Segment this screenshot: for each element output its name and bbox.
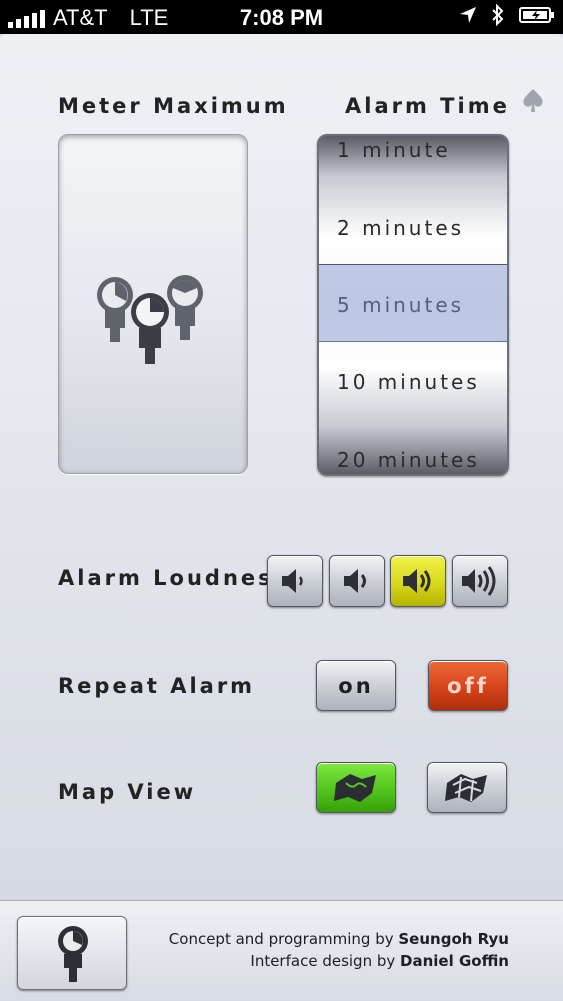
speaker-2-icon bbox=[344, 569, 366, 593]
loudness-level-2-button[interactable] bbox=[329, 555, 385, 607]
parking-meters-icon bbox=[97, 275, 203, 364]
map-outline-icon bbox=[445, 773, 487, 802]
speaker-3-icon bbox=[403, 569, 431, 593]
location-arrow-icon bbox=[460, 7, 476, 23]
alarm-time-label: Alarm Time bbox=[345, 94, 510, 118]
loudness-level-1-button[interactable] bbox=[267, 555, 323, 607]
picker-option[interactable]: 2 minutes bbox=[337, 216, 464, 240]
credits-design: Interface design by Daniel Goffin bbox=[250, 952, 509, 970]
alarm-time-picker[interactable]: 1 minute 2 minutes 5 minutes 10 minutes … bbox=[317, 134, 509, 476]
alarm-loudness-label: Alarm Loudness bbox=[58, 566, 290, 590]
battery-icon bbox=[519, 7, 554, 23]
repeat-off-label: off bbox=[447, 673, 489, 698]
credits-design-name: Daniel Goffin bbox=[400, 952, 509, 970]
bluetooth-icon bbox=[492, 4, 504, 26]
repeat-on-button[interactable]: on bbox=[316, 660, 396, 711]
status-bar: AT&T LTE 7:08 PM bbox=[0, 0, 563, 34]
speaker-4-icon bbox=[462, 566, 496, 596]
map-view-outline-button[interactable] bbox=[427, 762, 507, 813]
repeat-alarm-label: Repeat Alarm bbox=[58, 674, 256, 698]
repeat-on-label: on bbox=[338, 673, 374, 698]
meter-button[interactable] bbox=[17, 916, 127, 990]
footer: Concept and programming by Seungoh Ryu I… bbox=[0, 900, 563, 1001]
map-solid-icon bbox=[334, 773, 376, 802]
parking-meter-icon bbox=[58, 926, 88, 982]
credits-design-prefix: Interface design by bbox=[250, 952, 396, 970]
spade-icon[interactable] bbox=[521, 88, 545, 114]
speaker-1-icon bbox=[282, 569, 303, 593]
picker-option[interactable]: 20 minutes bbox=[337, 448, 480, 472]
loudness-level-4-button[interactable] bbox=[452, 555, 508, 607]
picker-option[interactable]: 10 minutes bbox=[337, 370, 480, 394]
credits-concept: Concept and programming by Seungoh Ryu bbox=[169, 930, 509, 948]
picker-option[interactable]: 1 minute bbox=[337, 138, 451, 162]
loudness-level-3-button[interactable] bbox=[390, 555, 446, 607]
credits-concept-name: Seungoh Ryu bbox=[398, 930, 509, 948]
map-view-solid-button[interactable] bbox=[316, 762, 396, 813]
status-bar-right bbox=[459, 4, 555, 26]
credits-concept-prefix: Concept and programming by bbox=[168, 930, 394, 948]
meter-maximum-label: Meter Maximum bbox=[58, 94, 289, 118]
meter-maximum-selector[interactable] bbox=[58, 134, 248, 474]
map-view-label: Map View bbox=[58, 780, 197, 804]
picker-option-selected[interactable]: 5 minutes bbox=[337, 293, 464, 317]
repeat-off-button[interactable]: off bbox=[428, 660, 508, 711]
